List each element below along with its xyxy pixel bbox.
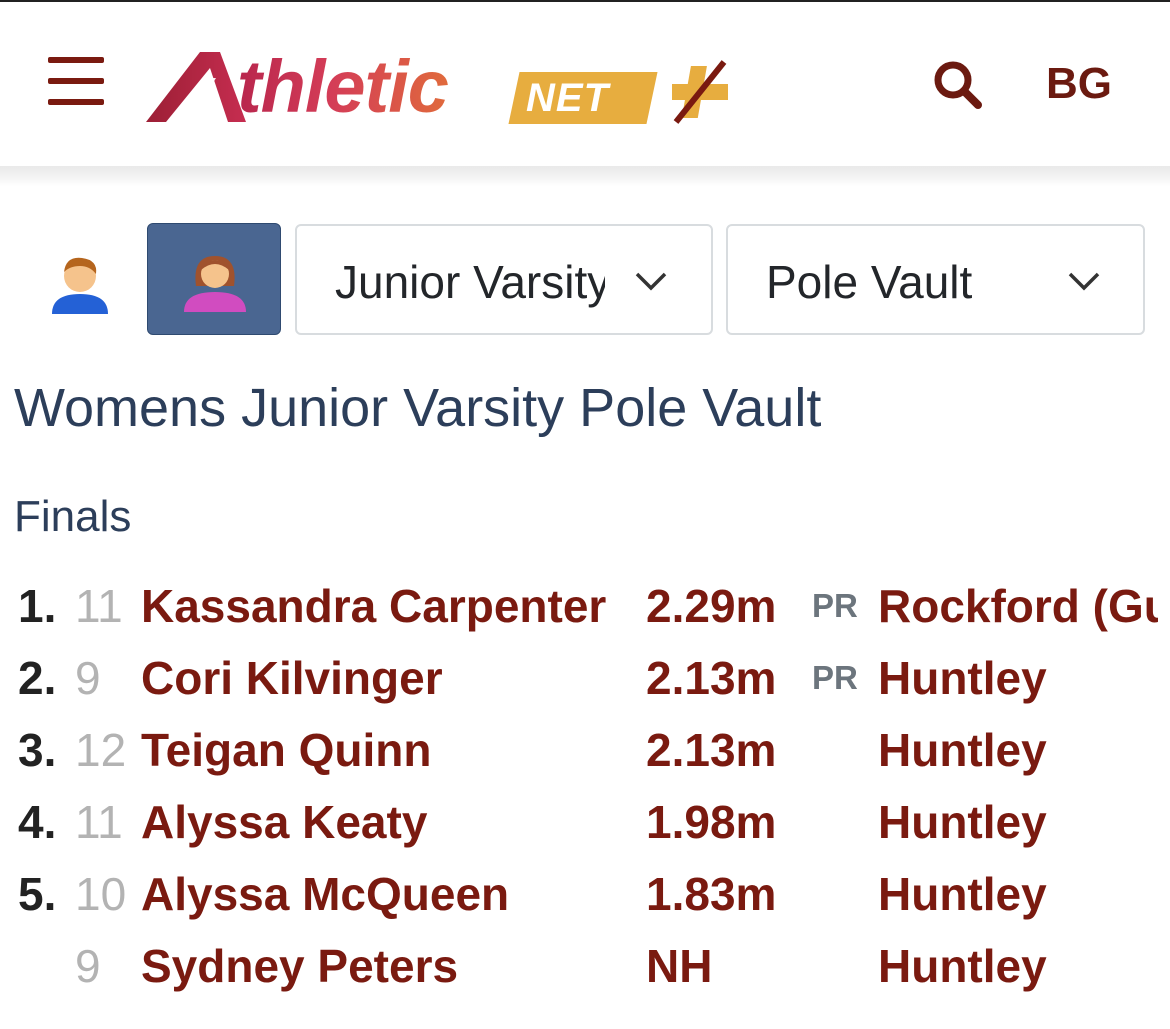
result-athlete-link[interactable]: Teigan Quinn bbox=[141, 714, 431, 786]
result-row: 1. 11 Kassandra Carpenter 2.29m PR Rockf… bbox=[0, 570, 1170, 642]
division-select-value: Junior Varsity bbox=[335, 256, 605, 308]
result-team-link[interactable]: Huntley bbox=[878, 930, 1158, 1002]
result-mark-link[interactable]: 1.98m bbox=[646, 786, 776, 858]
result-row: 5. 10 Alyssa McQueen 1.83m Huntley bbox=[0, 858, 1170, 930]
result-team-link[interactable]: Rockford (Gu bbox=[878, 570, 1158, 642]
result-mark-link[interactable]: NH bbox=[646, 930, 712, 1002]
result-athlete-link[interactable]: Alyssa Keaty bbox=[141, 786, 427, 858]
result-grade: 10 bbox=[75, 868, 127, 920]
event-select-value: Pole Vault bbox=[766, 256, 973, 308]
result-row: 4. 11 Alyssa Keaty 1.98m Huntley bbox=[0, 786, 1170, 858]
chevron-down-icon bbox=[1068, 272, 1100, 291]
plus-icon bbox=[672, 60, 728, 124]
result-place: 5. bbox=[18, 868, 57, 920]
chevron-down-icon bbox=[635, 272, 667, 291]
division-select[interactable]: Junior Varsity bbox=[295, 224, 713, 335]
result-athlete-link[interactable]: Sydney Peters bbox=[141, 930, 458, 1002]
result-mark-link[interactable]: 1.83m bbox=[646, 858, 776, 930]
logo-net-text: NET bbox=[526, 76, 609, 120]
event-select[interactable]: Pole Vault bbox=[726, 224, 1145, 335]
athleticnet-logo[interactable]: thletic NET bbox=[142, 40, 742, 140]
female-person-icon bbox=[184, 256, 246, 312]
result-row: 3. 12 Teigan Quinn 2.13m Huntley bbox=[0, 714, 1170, 786]
result-mark-link[interactable]: 2.29m bbox=[646, 570, 776, 642]
result-athlete-link[interactable]: Cori Kilvinger bbox=[141, 642, 443, 714]
result-grade: 11 bbox=[75, 796, 123, 848]
result-pr-badge: PR bbox=[812, 587, 858, 624]
gender-toggle-male[interactable] bbox=[42, 250, 118, 322]
result-mark-link[interactable]: 2.13m bbox=[646, 642, 776, 714]
result-place: 4. bbox=[18, 796, 57, 848]
result-mark-link[interactable]: 2.13m bbox=[646, 714, 776, 786]
result-team-link[interactable]: Huntley bbox=[878, 642, 1158, 714]
result-place: 1. bbox=[18, 580, 57, 632]
top-navbar: thletic NET BG bbox=[0, 2, 1170, 166]
result-athlete-link[interactable]: Alyssa McQueen bbox=[141, 858, 509, 930]
result-team-link[interactable]: Huntley bbox=[878, 786, 1158, 858]
male-person-icon bbox=[52, 257, 108, 314]
result-row: 9 Sydney Peters NH Huntley bbox=[0, 930, 1170, 1002]
result-place: 2. bbox=[18, 652, 57, 704]
result-pr-badge: PR bbox=[812, 659, 858, 696]
search-icon[interactable] bbox=[930, 57, 986, 113]
result-place: 3. bbox=[18, 724, 57, 776]
logo-wordmark: thletic bbox=[237, 42, 449, 132]
menu-icon[interactable] bbox=[48, 57, 104, 105]
result-grade: 9 bbox=[75, 940, 101, 992]
result-grade: 11 bbox=[75, 580, 123, 632]
result-team-link[interactable]: Huntley bbox=[878, 714, 1158, 786]
navbar-shadow bbox=[0, 166, 1170, 186]
result-grade: 9 bbox=[75, 652, 101, 704]
result-athlete-link[interactable]: Kassandra Carpenter bbox=[141, 570, 606, 642]
page-title: Womens Junior Varsity Pole Vault bbox=[14, 378, 822, 438]
result-grade: 12 bbox=[75, 724, 127, 776]
result-row: 2. 9 Cori Kilvinger 2.13m PR Huntley bbox=[0, 642, 1170, 714]
result-team-link[interactable]: Huntley bbox=[878, 858, 1158, 930]
section-title-finals: Finals bbox=[14, 492, 132, 541]
user-avatar-initials[interactable]: BG bbox=[1046, 56, 1112, 112]
gender-toggle-female[interactable] bbox=[147, 223, 281, 335]
logo-a-mark-icon bbox=[146, 52, 246, 122]
